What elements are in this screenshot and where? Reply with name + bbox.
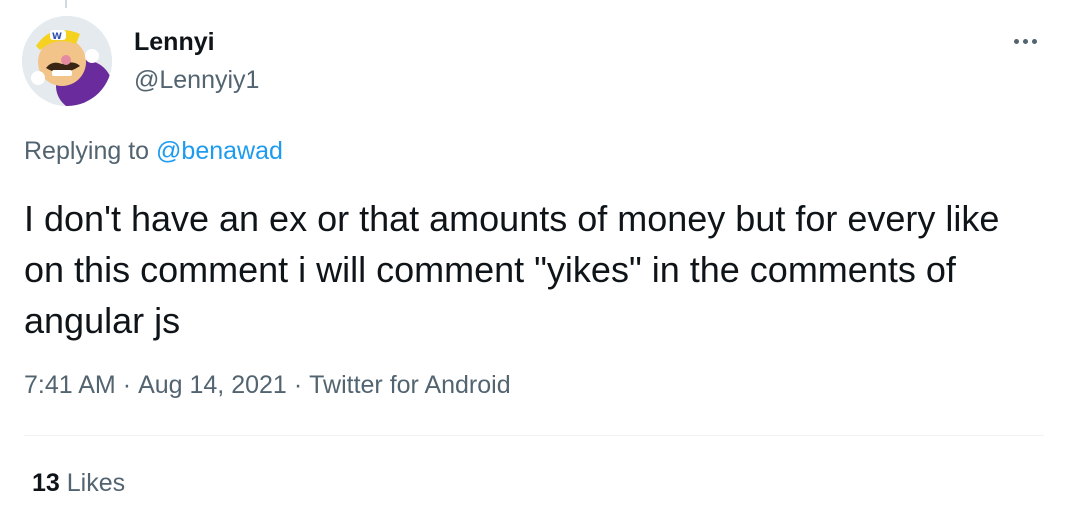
tweet-detail: W Lennyi @Lennyiy1 Replying to @benawad … [0, 0, 1072, 528]
tweet-source[interactable]: Twitter for Android [309, 371, 510, 399]
meta-separator: · [293, 371, 303, 399]
avatar[interactable]: W [22, 16, 112, 106]
replying-to-mention-link[interactable]: @benawad [156, 137, 283, 165]
tweet-metadata: 7:41 AM · Aug 14, 2021 · Twitter for Android [24, 371, 511, 400]
tweet-time[interactable]: 7:41 AM [24, 371, 116, 399]
more-horizontal-icon [1013, 38, 1019, 44]
user-handle[interactable]: @Lennyiy1 [134, 66, 259, 95]
likes-label: Likes [66, 469, 126, 497]
tweet-date[interactable]: Aug 14, 2021 [138, 371, 287, 399]
likes-count: 13 [32, 469, 60, 497]
likes-stat-link[interactable]: 13 Likes [32, 469, 125, 498]
meta-separator: · [122, 371, 132, 399]
divider [24, 435, 1044, 436]
more-horizontal-icon-dot [1031, 38, 1037, 44]
display-name[interactable]: Lennyi [134, 28, 215, 57]
replying-to-label: Replying to [24, 137, 150, 165]
replying-to-line: Replying to @benawad [24, 137, 283, 166]
svg-text:W: W [52, 32, 62, 42]
more-options-button[interactable] [1004, 26, 1046, 56]
tweet-text: I don't have an ex or that amounts of mo… [24, 198, 1000, 341]
avatar-image: W [22, 16, 112, 106]
more-horizontal-icon-dot [1022, 38, 1028, 44]
